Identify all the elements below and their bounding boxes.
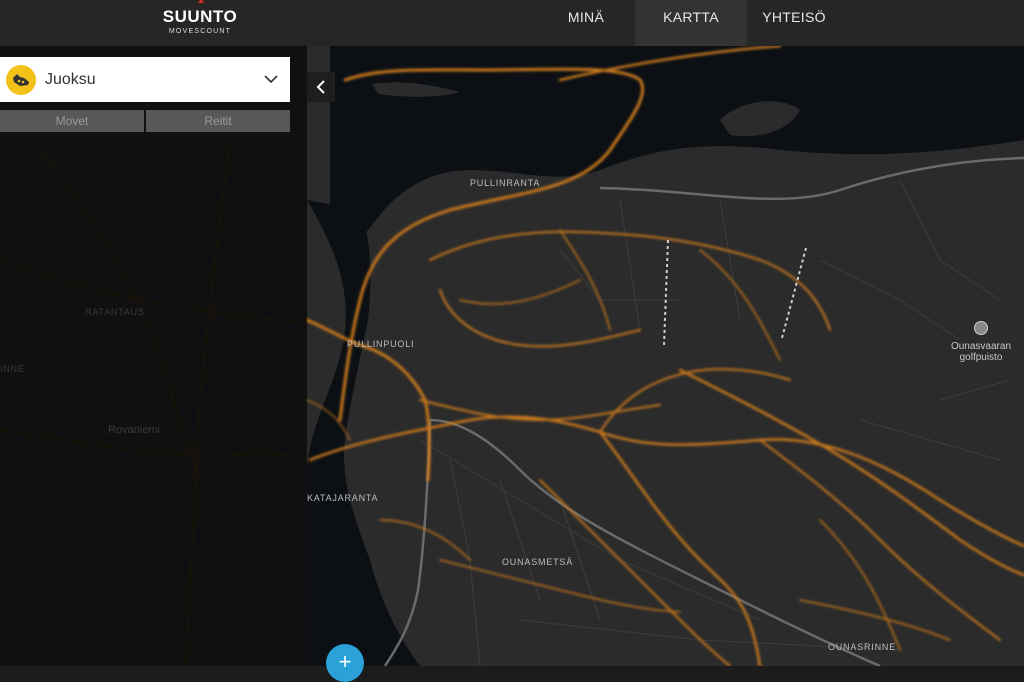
map-label-ounasmetsa: OUNASMETSÄ <box>502 557 574 567</box>
sidebar-tabs: Movet Reitit <box>0 110 290 132</box>
running-shoe-icon <box>6 64 36 95</box>
map-label-pullinpuoli: PULLINPUOLI <box>347 339 415 349</box>
add-button[interactable]: + <box>326 644 364 682</box>
sport-dropdown[interactable]: Juoksu <box>0 57 290 102</box>
suunto-logo[interactable]: SUUNTO MOVESCOUNT <box>150 0 250 46</box>
logo-mark-icon <box>198 0 204 3</box>
tab-movet[interactable]: Movet <box>0 110 144 132</box>
sport-dropdown-value: Juoksu <box>45 70 96 88</box>
top-nav-bar: SUUNTO MOVESCOUNT MINÄ KARTTA YHTEISÖ <box>0 0 1024 46</box>
nav-item-yhteiso[interactable]: YHTEISÖ <box>751 0 837 46</box>
logo-brand: SUUNTO <box>162 7 238 26</box>
map-label-rovaniemi: Rovaniemi <box>108 424 160 436</box>
map-label-katajaranta: KATAJARANTA <box>307 493 379 503</box>
chevron-down-icon <box>264 75 278 84</box>
map-label-ounasrinne: OUNASRINNE <box>828 642 897 652</box>
sidebar-panel: Juoksu Movet Reitit <box>0 57 290 132</box>
golf-course-poi[interactable]: Ounasvaaran golfpuisto <box>948 321 1014 363</box>
collapse-panel-button[interactable] <box>307 72 335 102</box>
tab-reitit[interactable]: Reitit <box>146 110 290 132</box>
golf-icon <box>974 321 988 335</box>
map-label-ratantaus: RATANTAUS <box>85 307 145 317</box>
nav-item-kartta[interactable]: KARTTA <box>635 0 747 46</box>
map-label-pullinranta: PULLINRANTA <box>470 178 541 188</box>
map-label-inne: INNE <box>0 364 25 374</box>
chevron-left-icon <box>316 80 325 94</box>
logo-subtitle: MOVESCOUNT <box>168 28 232 35</box>
nav-item-mina[interactable]: MINÄ <box>553 0 619 46</box>
main-nav: MINÄ KARTTA YHTEISÖ <box>553 0 837 46</box>
poi-label: Ounasvaaran golfpuisto <box>950 341 1012 363</box>
panel-overlay <box>0 46 307 666</box>
